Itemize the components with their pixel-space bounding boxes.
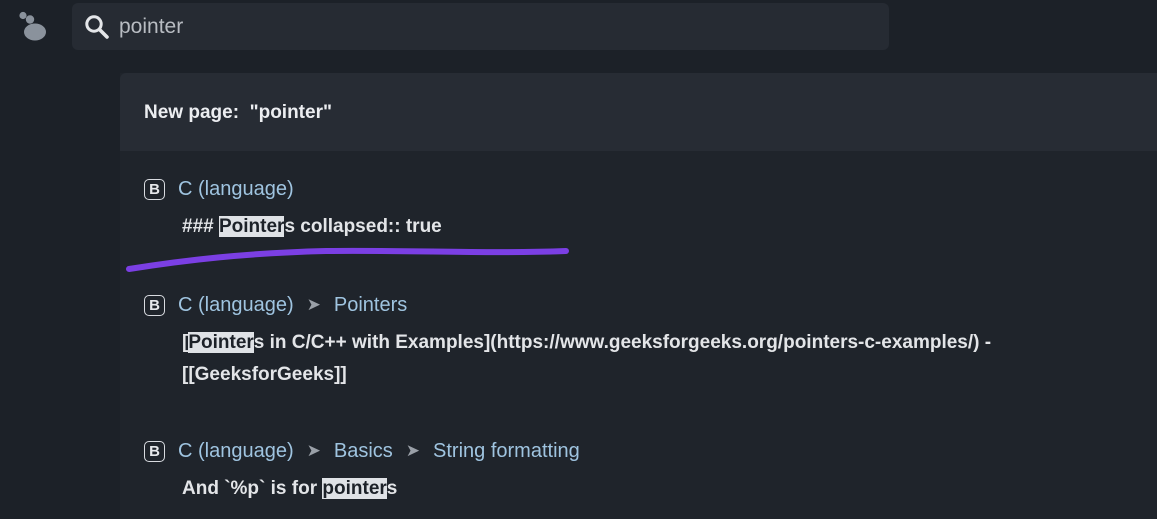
search-bar[interactable] [72, 3, 889, 50]
block-badge-icon: B [144, 294, 165, 316]
snippet-text: And `%p` is for [182, 478, 323, 499]
new-page-label: New page: "pointer" [144, 102, 332, 123]
search-result-3[interactable]: B C (language) ➤ Basics ➤ String formatt… [144, 437, 1062, 505]
search-icon [84, 14, 110, 40]
search-result-2[interactable]: B C (language) ➤ Pointers [Pointers in C… [144, 291, 1062, 391]
breadcrumb-separator-icon: ➤ [306, 441, 321, 460]
breadcrumb-page-link[interactable]: Pointers [334, 294, 407, 317]
block-badge-icon: B [144, 178, 165, 200]
breadcrumb-separator-icon: ➤ [405, 441, 421, 460]
match-highlight: Pointer [188, 332, 254, 353]
annotation-underline-stroke [126, 247, 569, 272]
breadcrumb-separator-icon: ➤ [306, 295, 321, 314]
snippet-text: s collapsed:: true [284, 216, 442, 237]
breadcrumb: B C (language) ➤ Basics ➤ String formatt… [144, 437, 1062, 465]
match-highlight: Pointer [218, 216, 285, 237]
search-results-panel: New page: "pointer" B C (language) ### P… [120, 73, 1157, 519]
result-snippet: And `%p` is for pointers [182, 473, 1062, 505]
snippet-text: s in C/C++ with Examples](https://www.ge… [182, 332, 992, 385]
annotation-stroke-path [126, 247, 569, 272]
breadcrumb-page-link[interactable]: C (language) [178, 178, 294, 201]
snippet-text: ### [182, 216, 219, 237]
new-page-option[interactable]: New page: "pointer" [120, 73, 1157, 151]
search-result-1[interactable]: B C (language) ### Pointers collapsed:: … [144, 175, 1062, 243]
breadcrumb-page-link[interactable]: C (language) [178, 294, 294, 317]
app-logo-icon[interactable] [16, 11, 50, 43]
result-snippet: ### Pointers collapsed:: true [182, 211, 1062, 243]
search-input[interactable] [119, 3, 839, 50]
breadcrumb-page-link[interactable]: C (language) [178, 440, 294, 463]
breadcrumb: B C (language) ➤ Pointers [144, 291, 1062, 319]
snippet-text: s [386, 478, 398, 499]
block-badge-icon: B [144, 440, 165, 462]
match-highlight: pointer [322, 478, 387, 499]
result-snippet: [Pointers in C/C++ with Examples](https:… [182, 327, 1062, 391]
breadcrumb: B C (language) [144, 175, 1062, 203]
breadcrumb-page-link[interactable]: Basics [334, 440, 393, 463]
breadcrumb-page-link[interactable]: String formatting [433, 440, 580, 463]
